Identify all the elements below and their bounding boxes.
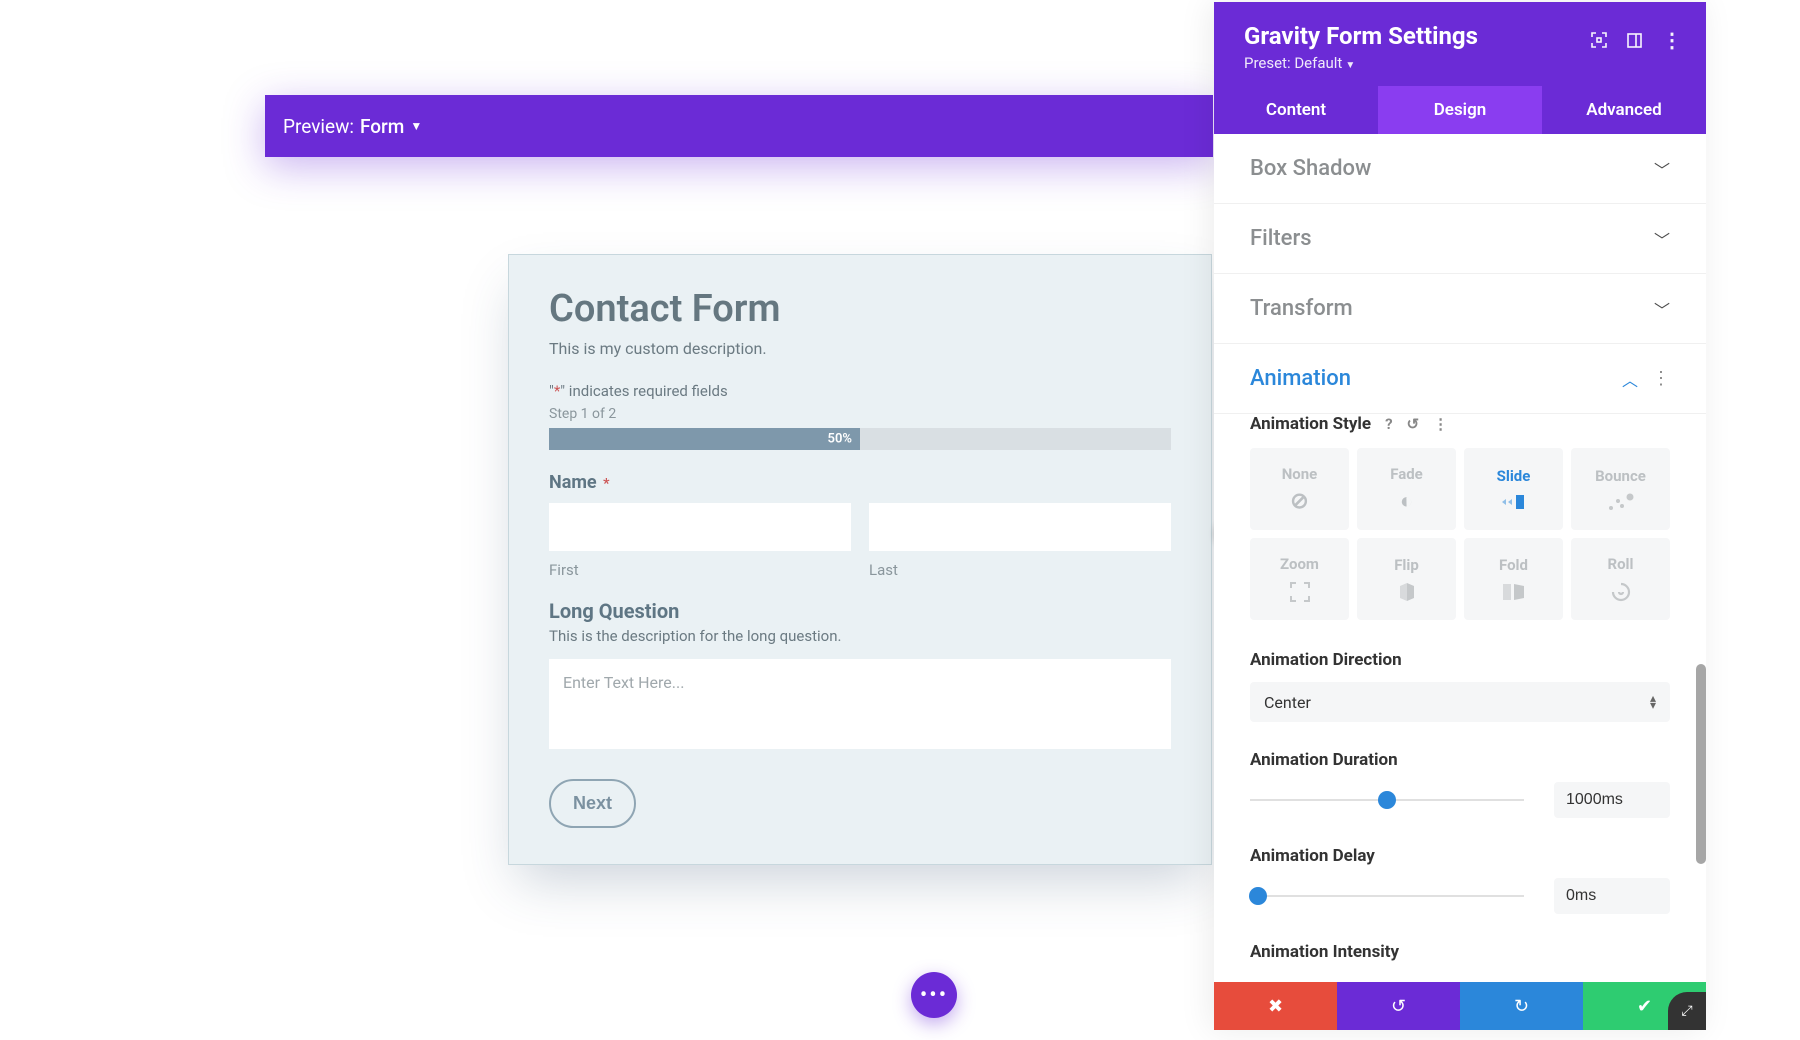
slide-icon bbox=[1502, 493, 1526, 511]
next-button[interactable]: Next bbox=[549, 779, 636, 828]
style-roll[interactable]: Roll bbox=[1571, 538, 1670, 620]
last-name-input[interactable] bbox=[869, 503, 1171, 551]
close-icon: ✖ bbox=[1268, 996, 1283, 1017]
style-fade[interactable]: Fade ◐ bbox=[1357, 448, 1456, 530]
chevron-down-icon: ﹀ bbox=[1654, 297, 1670, 321]
progress-percent: 50% bbox=[828, 432, 852, 447]
undo-button[interactable]: ↺ bbox=[1337, 982, 1460, 1030]
animation-direction-select[interactable]: Center ▴▾ bbox=[1250, 682, 1670, 722]
tab-content[interactable]: Content bbox=[1214, 86, 1378, 134]
animation-style-label: Animation Style ? ↺ ⋮ bbox=[1250, 414, 1670, 434]
style-bounce[interactable]: Bounce bbox=[1571, 448, 1670, 530]
bounce-icon bbox=[1608, 493, 1634, 511]
flip-icon bbox=[1397, 582, 1417, 602]
tab-advanced[interactable]: Advanced bbox=[1542, 86, 1706, 134]
first-name-input[interactable] bbox=[549, 503, 851, 551]
fade-icon: ◐ bbox=[1400, 491, 1413, 513]
animation-intensity-label: Animation Intensity bbox=[1250, 942, 1670, 962]
undo-icon: ↺ bbox=[1391, 996, 1406, 1017]
style-flip[interactable]: Flip bbox=[1357, 538, 1456, 620]
resize-icon: ⤢ bbox=[1681, 1003, 1692, 1019]
accordion-filters[interactable]: Filters ﹀ bbox=[1214, 204, 1706, 274]
duration-slider[interactable] bbox=[1250, 792, 1524, 808]
long-question-title: Long Question bbox=[549, 599, 1171, 623]
more-actions-fab[interactable]: ••• bbox=[911, 972, 957, 1018]
long-question-textarea[interactable] bbox=[549, 659, 1171, 749]
more-icon[interactable]: ⋮ bbox=[1433, 415, 1448, 433]
preset-dropdown[interactable]: Preset: Default▼ bbox=[1244, 54, 1478, 72]
animation-style-grid: None ⊘ Fade ◐ Slide Bounce bbox=[1250, 448, 1670, 620]
animation-delay-label: Animation Delay bbox=[1250, 846, 1670, 866]
chevron-down-icon: ﹀ bbox=[1654, 157, 1670, 181]
roll-icon bbox=[1610, 581, 1632, 603]
form-title: Contact Form bbox=[549, 287, 1171, 331]
fold-icon bbox=[1502, 582, 1526, 602]
none-icon: ⊘ bbox=[1290, 491, 1308, 513]
preview-label: Preview: bbox=[283, 115, 354, 138]
more-icon[interactable]: ⋮ bbox=[1652, 368, 1670, 389]
caret-down-icon: ▼ bbox=[1345, 60, 1355, 71]
delay-input[interactable] bbox=[1554, 878, 1670, 914]
tab-design[interactable]: Design bbox=[1378, 86, 1542, 134]
panel-header: Gravity Form Settings Preset: Default▼ ⋮ bbox=[1214, 2, 1706, 86]
style-zoom[interactable]: Zoom bbox=[1250, 538, 1349, 620]
reset-icon[interactable]: ↺ bbox=[1407, 415, 1420, 433]
name-field-label: Name * bbox=[549, 472, 1171, 493]
style-fold[interactable]: Fold bbox=[1464, 538, 1563, 620]
animation-section: Animation Style ? ↺ ⋮ None ⊘ Fade ◐ Slid… bbox=[1214, 414, 1706, 982]
cancel-button[interactable]: ✖ bbox=[1214, 982, 1337, 1030]
delay-slider[interactable] bbox=[1250, 888, 1524, 904]
style-slide[interactable]: Slide bbox=[1464, 448, 1563, 530]
duration-input[interactable] bbox=[1554, 782, 1670, 818]
ellipsis-icon: ••• bbox=[920, 983, 948, 1008]
resize-handle[interactable]: ⤢ bbox=[1668, 992, 1706, 1030]
chevron-down-icon: ﹀ bbox=[1654, 227, 1670, 251]
help-icon[interactable]: ? bbox=[1385, 415, 1392, 433]
animation-duration-label: Animation Duration bbox=[1250, 750, 1670, 770]
check-icon: ✔ bbox=[1637, 996, 1652, 1017]
settings-panel: Gravity Form Settings Preset: Default▼ ⋮… bbox=[1214, 2, 1706, 1030]
caret-down-icon[interactable]: ▼ bbox=[410, 119, 422, 133]
preview-bar: Preview: Form ▼ bbox=[265, 95, 1213, 157]
panel-footer: ✖ ↺ ↻ ✔ bbox=[1214, 982, 1706, 1030]
progress-bar: 50% bbox=[549, 428, 1171, 450]
accordion-transform[interactable]: Transform ﹀ bbox=[1214, 274, 1706, 344]
accordion-animation[interactable]: Animation ︿ ⋮ bbox=[1214, 344, 1706, 414]
redo-icon: ↻ bbox=[1514, 996, 1529, 1017]
redo-button[interactable]: ↻ bbox=[1460, 982, 1583, 1030]
form-preview-card: Contact Form This is my custom descripti… bbox=[508, 254, 1212, 865]
more-icon[interactable]: ⋮ bbox=[1662, 28, 1682, 52]
chevron-up-icon: ︿ bbox=[1622, 367, 1638, 391]
long-question-description: This is the description for the long que… bbox=[549, 627, 1171, 645]
dock-icon[interactable] bbox=[1627, 33, 1642, 48]
step-indicator: Step 1 of 2 bbox=[549, 406, 1171, 422]
animation-direction-label: Animation Direction bbox=[1250, 650, 1670, 670]
first-name-label: First bbox=[549, 561, 851, 579]
zoom-icon bbox=[1289, 581, 1311, 603]
style-none[interactable]: None ⊘ bbox=[1250, 448, 1349, 530]
required-fields-note: "*" indicates required fields bbox=[549, 382, 1171, 400]
panel-tabs: Content Design Advanced bbox=[1214, 86, 1706, 134]
scrollbar-thumb[interactable] bbox=[1696, 664, 1706, 864]
select-arrows-icon: ▴▾ bbox=[1650, 695, 1656, 709]
panel-body[interactable]: Box Shadow ﹀ Filters ﹀ Transform ﹀ Anima… bbox=[1214, 134, 1706, 982]
form-description: This is my custom description. bbox=[549, 339, 1171, 358]
focus-icon[interactable] bbox=[1591, 32, 1607, 48]
accordion-box-shadow[interactable]: Box Shadow ﹀ bbox=[1214, 134, 1706, 204]
last-name-label: Last bbox=[869, 561, 1171, 579]
panel-title: Gravity Form Settings bbox=[1244, 22, 1478, 50]
preview-value[interactable]: Form bbox=[360, 115, 404, 138]
